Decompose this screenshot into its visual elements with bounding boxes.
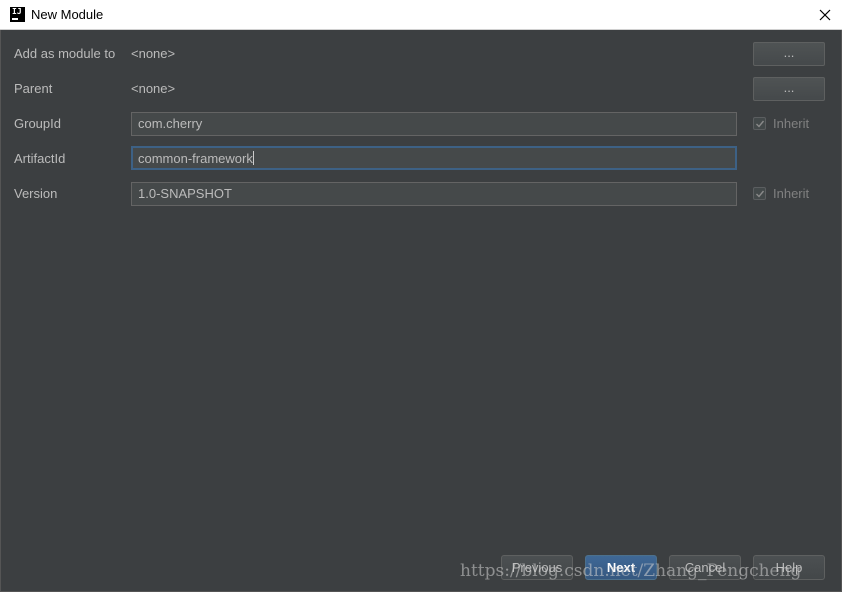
version-inherit-label: Inherit <box>773 186 810 201</box>
artifact-id-value: common-framework <box>138 151 253 166</box>
version-field[interactable]: 1.0-SNAPSHOT <box>131 182 737 206</box>
add-as-module-to-label: Add as module to <box>14 46 116 61</box>
add-as-module-to-value: <none> <box>131 46 176 61</box>
checkmark-icon <box>756 120 765 128</box>
title-bar: IJ New Module <box>0 0 842 30</box>
next-button[interactable]: Next <box>585 555 657 580</box>
window-title: New Module <box>31 7 104 22</box>
parent-label: Parent <box>14 81 53 96</box>
checkbox-box[interactable] <box>753 117 766 130</box>
checkbox-box[interactable] <box>753 187 766 200</box>
artifact-id-field[interactable]: common-framework <box>131 146 737 170</box>
version-label: Version <box>14 186 58 201</box>
parent-browse-button[interactable]: ... <box>753 77 825 101</box>
group-id-field[interactable]: com.cherry <box>131 112 737 136</box>
checkmark-icon <box>756 190 765 198</box>
text-caret <box>252 151 254 165</box>
previous-button[interactable]: Previous <box>501 555 573 580</box>
add-as-module-to-browse-button[interactable]: ... <box>753 42 825 66</box>
intellij-app-icon: IJ <box>10 7 25 22</box>
cancel-button[interactable]: Cancel <box>669 555 741 580</box>
group-id-inherit-label: Inherit <box>773 116 810 131</box>
close-icon[interactable] <box>816 6 834 24</box>
help-button[interactable]: Help <box>753 555 825 580</box>
group-id-label: GroupId <box>14 116 61 131</box>
artifact-id-label: ArtifactId <box>14 151 66 166</box>
parent-value: <none> <box>131 81 176 96</box>
